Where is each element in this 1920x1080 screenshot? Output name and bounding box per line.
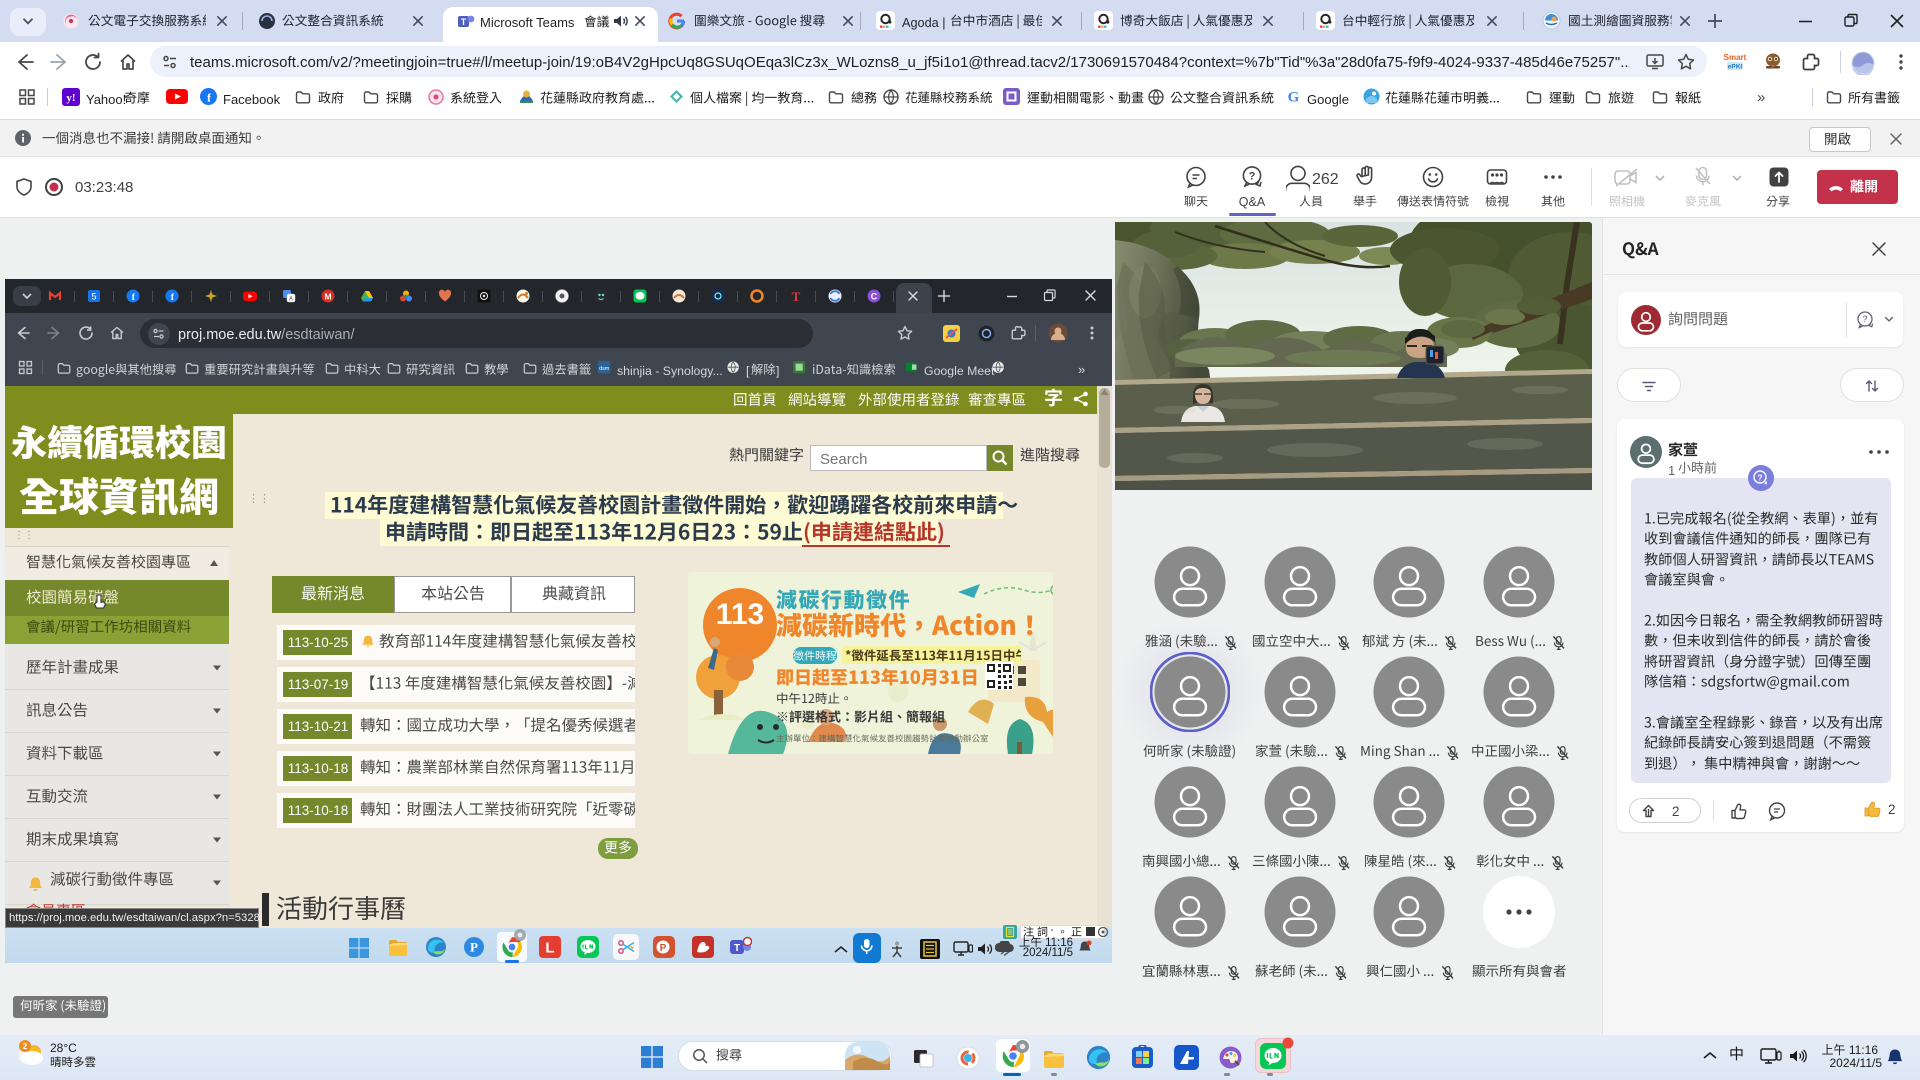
svg-text:dsm: dsm: [599, 366, 610, 372]
svg-text:G: G: [1288, 90, 1300, 106]
svg-text:5: 5: [91, 292, 96, 302]
svg-text:P: P: [660, 943, 667, 954]
svg-text:?: ?: [1249, 171, 1256, 183]
svg-text:A: A: [289, 297, 293, 303]
svg-text:M: M: [324, 292, 331, 302]
svg-text:T: T: [461, 17, 467, 27]
svg-text:C: C: [871, 292, 878, 302]
svg-text:113: 113: [716, 598, 764, 631]
svg-text:T: T: [734, 943, 740, 954]
svg-text:2: 2: [23, 1042, 28, 1051]
svg-text:Smart: Smart: [1724, 53, 1746, 62]
svg-text:y!: y!: [66, 92, 75, 104]
svg-text:ePKI: ePKI: [1728, 64, 1743, 71]
svg-text:T: T: [792, 289, 801, 303]
svg-text:?: ?: [1862, 314, 1867, 324]
svg-text:P: P: [470, 940, 478, 955]
svg-text:L: L: [545, 940, 554, 957]
svg-text:?: ?: [1757, 473, 1762, 483]
